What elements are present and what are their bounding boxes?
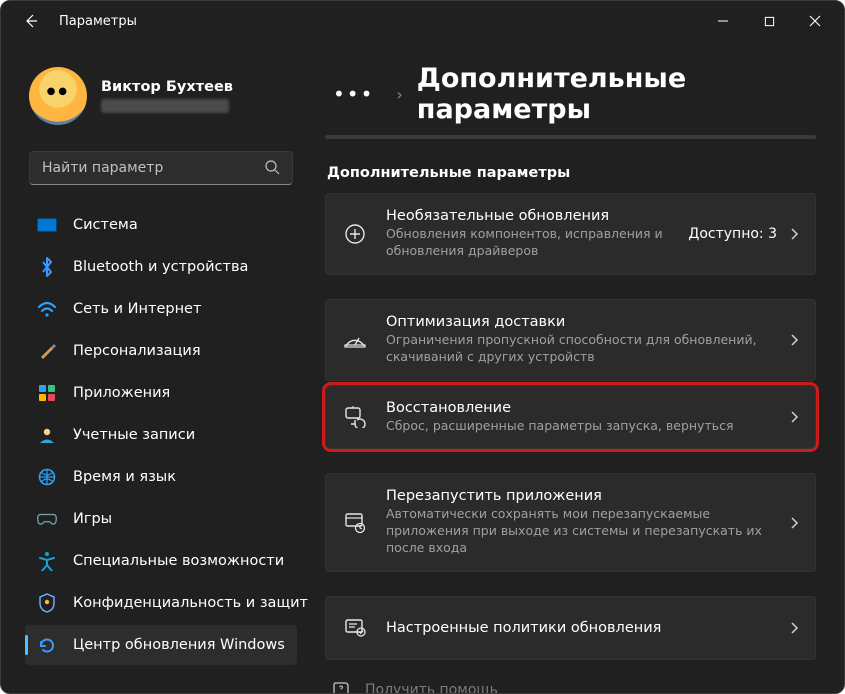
maximize-button[interactable] xyxy=(746,5,792,37)
accessibility-icon xyxy=(37,551,57,571)
user-icon xyxy=(37,425,57,445)
main-content: ••• › Дополнительные параметры Дополните… xyxy=(309,41,844,693)
chevron-right-icon xyxy=(789,516,799,530)
window-title: Параметры xyxy=(59,14,137,29)
apps-restart-icon xyxy=(342,512,368,534)
sidebar-item-label: Время и язык xyxy=(73,469,176,485)
sidebar: Виктор Бухтеев Система xyxy=(1,41,309,693)
breadcrumb-overflow-button[interactable]: ••• xyxy=(325,78,382,110)
card-update-policies[interactable]: Настроенные политики обновления xyxy=(325,596,816,660)
search-input-wrapper[interactable] xyxy=(29,151,293,185)
available-count-badge: Доступно: 3 xyxy=(688,226,777,242)
search-icon xyxy=(264,159,282,177)
minimize-icon xyxy=(717,15,729,27)
card-title: Перезапустить приложения xyxy=(386,488,771,504)
update-icon xyxy=(37,635,57,655)
sidebar-item-time-language[interactable]: Время и язык xyxy=(25,457,297,497)
plus-circle-icon xyxy=(342,223,368,245)
card-optional-updates[interactable]: Необязательные обновления Обновления ком… xyxy=(325,193,816,275)
title-bar: Параметры xyxy=(1,1,844,41)
profile-block[interactable]: Виктор Бухтеев xyxy=(25,57,297,143)
sidebar-item-label: Конфиденциальность и защита xyxy=(73,595,309,611)
progress-bar xyxy=(325,135,816,139)
card-subtitle: Ограничения пропускной способности для о… xyxy=(386,332,771,366)
card-title: Оптимизация доставки xyxy=(386,314,771,330)
sidebar-item-accounts[interactable]: Учетные записи xyxy=(25,415,297,455)
card-subtitle: Сброс, расширенные параметры запуска, ве… xyxy=(386,418,771,435)
policy-icon xyxy=(342,618,368,638)
card-subtitle: Обновления компонентов, исправления и об… xyxy=(386,226,670,260)
card-recovery[interactable]: Восстановление Сброс, расширенные параме… xyxy=(325,385,816,450)
sidebar-item-label: Игры xyxy=(73,511,112,527)
sidebar-item-bluetooth[interactable]: Bluetooth и устройства xyxy=(25,247,297,287)
sidebar-item-personalization[interactable]: Персонализация xyxy=(25,331,297,371)
chevron-right-icon xyxy=(789,227,799,241)
sidebar-item-label: Персонализация xyxy=(73,343,201,359)
avatar xyxy=(29,67,87,125)
breadcrumb: ••• › Дополнительные параметры xyxy=(325,63,816,125)
minimize-button[interactable] xyxy=(700,5,746,37)
sidebar-item-label: Специальные возможности xyxy=(73,553,284,569)
sidebar-item-label: Приложения xyxy=(73,385,170,401)
card-subtitle: Автоматически сохранять мои перезапускае… xyxy=(386,506,771,557)
section-title: Дополнительные параметры xyxy=(327,165,816,181)
page-title: Дополнительные параметры xyxy=(417,63,816,125)
network-icon xyxy=(37,299,57,319)
chevron-right-icon xyxy=(789,410,799,424)
sidebar-item-label: Учетные записи xyxy=(73,427,195,443)
chevron-right-icon: › xyxy=(396,85,402,104)
brush-icon xyxy=(37,341,57,361)
close-button[interactable] xyxy=(792,5,838,37)
card-title: Восстановление xyxy=(386,400,771,416)
profile-name: Виктор Бухтеев xyxy=(101,79,233,95)
sidebar-item-apps[interactable]: Приложения xyxy=(25,373,297,413)
recovery-icon xyxy=(342,406,368,428)
settings-card-list: Необязательные обновления Обновления ком… xyxy=(325,193,816,660)
sidebar-item-network[interactable]: Сеть и Интернет xyxy=(25,289,297,329)
sidebar-item-label: Система xyxy=(73,217,138,233)
profile-email-redacted xyxy=(101,99,229,113)
gamepad-icon xyxy=(37,509,57,529)
back-button[interactable] xyxy=(17,7,45,35)
bluetooth-icon xyxy=(37,257,57,277)
card-delivery-optimization[interactable]: Оптимизация доставки Ограничения пропуск… xyxy=(325,299,816,381)
chevron-right-icon xyxy=(789,333,799,347)
card-title: Необязательные обновления xyxy=(386,208,670,224)
search-input[interactable] xyxy=(42,160,264,176)
back-arrow-icon xyxy=(23,13,39,29)
maximize-icon xyxy=(764,16,775,27)
sidebar-item-system[interactable]: Система xyxy=(25,205,297,245)
help-icon xyxy=(331,680,351,693)
card-title: Настроенные политики обновления xyxy=(386,620,771,636)
sidebar-item-games[interactable]: Игры xyxy=(25,499,297,539)
sidebar-item-label: Bluetooth и устройства xyxy=(73,259,248,275)
sidebar-item-label: Сеть и Интернет xyxy=(73,301,201,317)
settings-window: Параметры Виктор Бухтеев xyxy=(0,0,845,694)
card-restart-apps[interactable]: Перезапустить приложения Автоматически с… xyxy=(325,473,816,572)
sidebar-item-label: Центр обновления Windows xyxy=(73,637,285,653)
sidebar-item-accessibility[interactable]: Специальные возможности xyxy=(25,541,297,581)
speedometer-icon xyxy=(342,331,368,349)
close-icon xyxy=(809,15,821,27)
apps-icon xyxy=(37,383,57,403)
chevron-right-icon xyxy=(789,621,799,635)
nav-list: Система Bluetooth и устройства Сеть и Ин… xyxy=(25,205,297,665)
display-icon xyxy=(37,215,57,235)
sidebar-item-privacy[interactable]: Конфиденциальность и защита xyxy=(25,583,297,623)
globe-icon xyxy=(37,467,57,487)
sidebar-item-windows-update[interactable]: Центр обновления Windows xyxy=(25,625,297,665)
get-help-link[interactable]: Получить помощь xyxy=(325,680,816,693)
get-help-label: Получить помощь xyxy=(365,682,498,693)
shield-icon xyxy=(37,593,57,613)
